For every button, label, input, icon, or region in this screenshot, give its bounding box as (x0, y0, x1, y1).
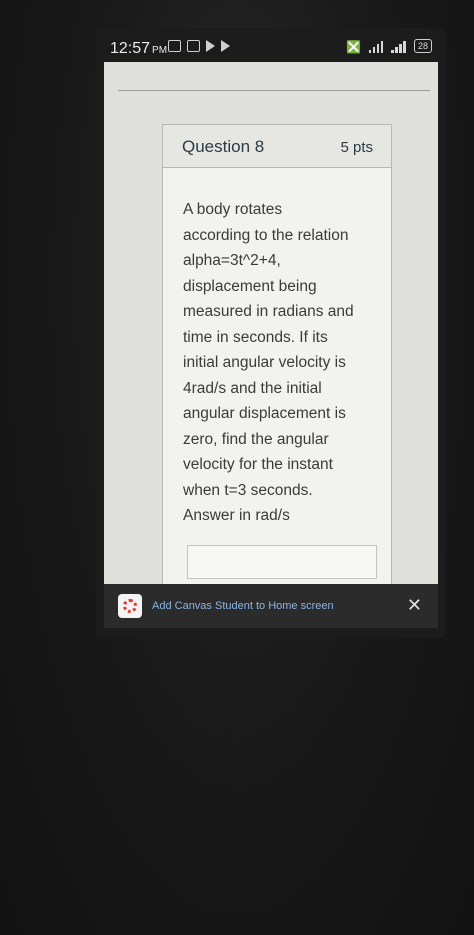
notification-icons (168, 40, 230, 52)
question-title: Question 8 (182, 137, 265, 156)
question-header: Question 8 5 pts (163, 125, 391, 168)
app-screen: Question 8 5 pts A body rotates accordin… (104, 62, 438, 612)
canvas-logo-ring (123, 599, 137, 613)
status-time: 12:57 PM (110, 40, 167, 58)
question-card: Question 8 5 pts A body rotates accordin… (162, 124, 392, 612)
add-to-home-text[interactable]: Add Canvas Student to Home screen (152, 600, 334, 612)
battery-icon: 28 (413, 39, 432, 53)
answer-input[interactable] (187, 545, 377, 579)
add-to-home-banner[interactable]: Add Canvas Student to Home screen ✕ (104, 584, 438, 628)
status-time-ampm: PM (152, 45, 168, 56)
play-store-icon (206, 40, 215, 52)
photo-background: 12:57 PM ❎ 28 Question 8 5 pts A body ro… (0, 0, 474, 935)
system-icons: ❎ 28 (346, 39, 432, 53)
message-icon (168, 40, 181, 52)
alarm-off-icon: ❎ (346, 40, 361, 54)
canvas-logo-icon (118, 594, 142, 618)
divider (118, 90, 430, 91)
signal-icon (368, 41, 384, 53)
play-icon (221, 40, 230, 52)
status-time-value: 12:57 (110, 40, 151, 57)
phone-device: 12:57 PM ❎ 28 Question 8 5 pts A body ro… (96, 28, 446, 638)
question-text: A body rotates according to the relation… (183, 201, 354, 524)
mail-icon (187, 40, 200, 52)
close-icon[interactable]: ✕ (407, 594, 422, 616)
question-points: 5 pts (340, 139, 373, 156)
status-bar: 12:57 PM ❎ 28 (96, 28, 446, 66)
signal-icon-2 (391, 41, 406, 53)
